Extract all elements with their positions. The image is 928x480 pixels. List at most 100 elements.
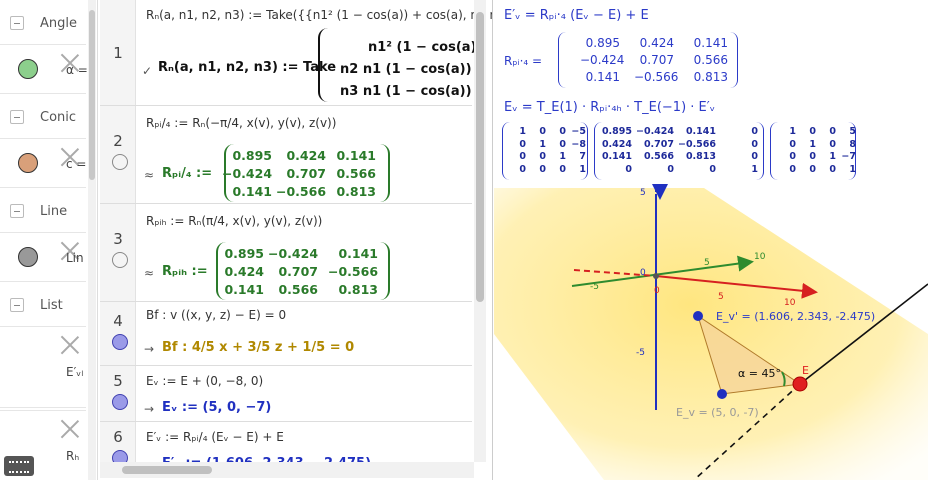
visibility-dot[interactable] bbox=[18, 153, 38, 173]
matrix-cell: 0 bbox=[625, 163, 632, 175]
y-tick: -5 bbox=[590, 282, 599, 292]
equation-ev: Eᵥ = T_E(1) · Rₚᵢ·₄ₕ · T_E(−1) · E′ᵥ bbox=[504, 100, 716, 115]
point-value: Eᵥ := (5, 0, −7) bbox=[162, 400, 272, 415]
matrix-cell: 0.424 bbox=[224, 264, 264, 279]
origin-point bbox=[653, 273, 659, 279]
algebra-row-4[interactable]: 4 Bf : v ((x, y, z) − E) = 0 → Bf : 4/5 … bbox=[100, 302, 472, 366]
x-tick: 5 bbox=[718, 292, 724, 302]
row-number: 6 bbox=[113, 428, 123, 446]
matrix-cell: 0.813 bbox=[338, 282, 378, 297]
matrix-row: n3 n1 (1 − cos(a)) − n bbox=[340, 84, 493, 99]
matrix-cell: 0.424 bbox=[286, 148, 326, 163]
matrix-cell: 1 bbox=[579, 163, 586, 175]
sidebar-item-angle[interactable]: α = bbox=[0, 44, 88, 94]
row-number: 5 bbox=[113, 372, 123, 390]
matrix-cell: −0.566 bbox=[276, 184, 327, 199]
matrix-cell: 0 bbox=[709, 163, 716, 175]
sidebar-item-label: α = bbox=[66, 63, 88, 77]
row-index: 3 bbox=[100, 204, 136, 301]
matrix-cell: 0.424 bbox=[639, 36, 674, 50]
definition-text[interactable]: Rₙ(a, n1, n2, n3) := Take({{n1² (1 − cos… bbox=[146, 8, 492, 22]
visibility-dot[interactable] bbox=[18, 59, 38, 79]
matrix-cell: 0.813 bbox=[693, 70, 728, 84]
matrix-cell: 0.424 bbox=[601, 138, 632, 150]
keyboard-icon[interactable] bbox=[4, 456, 34, 476]
category-line[interactable]: Line bbox=[0, 190, 86, 234]
point-ev[interactable] bbox=[717, 389, 727, 399]
matrix-cell: 0.141 bbox=[224, 282, 264, 297]
label-ev: E_v = (5, 0, -7) bbox=[676, 406, 759, 419]
object-sidebar: Angle α = Conic c = Line Lin List E′ᵥₗ R… bbox=[0, 0, 98, 480]
value-lhs: Rₙ(a, n1, n2, n3) := Take bbox=[158, 60, 337, 75]
algebra-hscroll-thumb[interactable] bbox=[122, 466, 212, 474]
visibility-toggle[interactable] bbox=[112, 154, 128, 170]
algebra-scroll-thumb[interactable] bbox=[476, 12, 484, 302]
check-icon: ✓ bbox=[142, 64, 153, 78]
close-icon[interactable] bbox=[60, 335, 80, 355]
row-index: 6 bbox=[100, 422, 136, 466]
point-ev-prime[interactable] bbox=[693, 311, 703, 321]
matrix-cell: 0.566 bbox=[278, 282, 318, 297]
collapse-toggle[interactable] bbox=[10, 110, 24, 124]
close-icon[interactable] bbox=[60, 419, 80, 439]
collapse-toggle[interactable] bbox=[10, 204, 24, 218]
matrix-cell: 0.707 bbox=[639, 53, 674, 67]
visibility-toggle[interactable] bbox=[112, 334, 128, 350]
sidebar-item-line[interactable]: Lin bbox=[0, 232, 86, 282]
x-tick: 10 bbox=[784, 298, 796, 308]
collapse-toggle[interactable] bbox=[10, 16, 24, 30]
matrix-cell: 0.813 bbox=[685, 151, 716, 162]
collapse-toggle[interactable] bbox=[10, 298, 24, 312]
matrix-cell: 0.566 bbox=[643, 151, 674, 162]
algebra-row-3[interactable]: 3 Rₚᵢₕ := Rₙ(π/4, x(v), y(v), z(v)) ≈ Rₚ… bbox=[100, 204, 472, 302]
row-index: 1 bbox=[100, 0, 136, 105]
matrix-row: n1² (1 − cos(a)) bbox=[368, 40, 483, 55]
definition-text[interactable]: Eᵥ := E + (0, −8, 0) bbox=[146, 374, 263, 388]
algebra-row-6[interactable]: 6 E′ᵥ := Rₚᵢ/₄ (Eᵥ − E) + E E′ᵥ := (1.60… bbox=[100, 422, 472, 471]
approx-sign: ≈ bbox=[144, 168, 155, 182]
sidebar-item-label: c = bbox=[66, 157, 87, 171]
graphics-3d-view[interactable]: E′ᵥ = Rₚᵢ·₄ (Eᵥ − E) + E Rₚᵢ·₄ = 0.895 0… bbox=[494, 0, 928, 480]
algebra-row-2[interactable]: 2 Rₚᵢ/₄ := Rₙ(−π/4, x(v), y(v), z(v)) ≈ … bbox=[100, 106, 472, 204]
matrix-cell: −0.566 bbox=[678, 138, 717, 150]
matrix-cell: 0.813 bbox=[336, 184, 376, 199]
sidebar-item-label: E′ᵥₗ bbox=[66, 365, 84, 379]
matrix-cell: 0 bbox=[751, 151, 758, 162]
matrix-cell: 0.141 bbox=[585, 70, 620, 84]
row-number: 4 bbox=[113, 312, 123, 330]
sidebar-item-conic[interactable]: c = bbox=[0, 138, 86, 188]
definition-text[interactable]: E′ᵥ := Rₚᵢ/₄ (Eᵥ − E) + E bbox=[146, 430, 284, 444]
sidebar-item-label: Rₕ bbox=[66, 449, 80, 463]
point-e[interactable] bbox=[792, 376, 808, 392]
matrix-cell: 0 bbox=[667, 163, 674, 175]
sidebar-item-list-1[interactable]: E′ᵥₗ bbox=[0, 326, 86, 408]
row-index: 4 bbox=[100, 302, 136, 365]
visibility-dot[interactable] bbox=[18, 247, 38, 267]
category-label: Conic bbox=[40, 110, 77, 125]
sidebar-item-label: Lin bbox=[66, 251, 84, 265]
matrix-cell: 7 bbox=[579, 151, 586, 162]
algebra-row-1[interactable]: 1 Rₙ(a, n1, n2, n3) := Take({{n1² (1 − c… bbox=[100, 0, 492, 106]
definition-text[interactable]: Rₚᵢₕ := Rₙ(π/4, x(v), y(v), z(v)) bbox=[146, 214, 322, 228]
approx-sign: ≈ bbox=[144, 266, 155, 280]
category-angle[interactable]: Angle bbox=[0, 2, 86, 46]
visibility-toggle[interactable] bbox=[112, 394, 128, 410]
z-tick: 0 bbox=[640, 268, 646, 278]
origin-tick: 0 bbox=[654, 286, 660, 296]
category-conic[interactable]: Conic bbox=[0, 96, 86, 140]
algebra-row-5[interactable]: 5 Eᵥ := E + (0, −8, 0) → Eᵥ := (5, 0, −7… bbox=[100, 366, 472, 422]
matrix-cell: 1 bbox=[849, 163, 856, 175]
matrix-cell: −0.424 bbox=[222, 166, 273, 181]
label-alpha: α = 45° bbox=[738, 367, 781, 380]
matrix-cell: 1 bbox=[751, 163, 758, 175]
y-tick: 10 bbox=[754, 252, 766, 262]
definition-text[interactable]: Rₚᵢ/₄ := Rₙ(−π/4, x(v), y(v), z(v)) bbox=[146, 116, 336, 130]
scene-3d[interactable] bbox=[494, 184, 928, 480]
matrix-cell: 0.895 bbox=[585, 36, 620, 50]
category-list[interactable]: List bbox=[0, 284, 86, 328]
label-ev-prime: E_v' = (1.606, 2.343, -2.475) bbox=[716, 310, 876, 323]
visibility-toggle[interactable] bbox=[112, 252, 128, 268]
matrix-cell: 0.141 bbox=[232, 184, 272, 199]
sidebar-scroll-thumb[interactable] bbox=[89, 10, 95, 180]
definition-text[interactable]: Bf : v ((x, y, z) − E) = 0 bbox=[146, 308, 286, 322]
